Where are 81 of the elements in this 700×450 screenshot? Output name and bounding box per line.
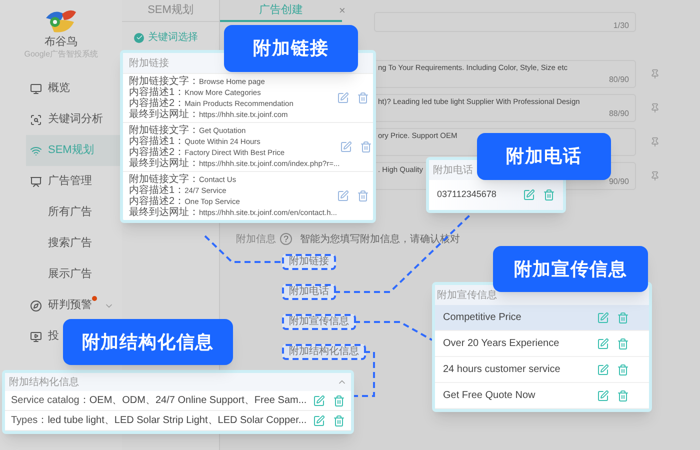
field-label: 附加链接文字：: [129, 174, 199, 185]
callout-tooltip: 附加结构化信息: [63, 319, 233, 365]
delete-icon[interactable]: [617, 390, 629, 402]
promotion-item[interactable]: Over 20 Years Experience: [435, 331, 649, 357]
edit-icon[interactable]: [337, 190, 349, 202]
field-label: 内容描述1：: [129, 87, 185, 98]
edit-icon[interactable]: [337, 92, 349, 104]
text-field[interactable]: 1/30: [374, 12, 636, 32]
edit-icon[interactable]: [597, 390, 609, 402]
field-label: 附加链接文字：: [129, 125, 199, 136]
sidebar-subitem[interactable]: 展示广告: [26, 259, 94, 290]
promotion-item[interactable]: Competitive Price: [435, 305, 649, 331]
sidebar-subitem[interactable]: 搜索广告: [26, 228, 94, 259]
dashed-button[interactable]: 附加电话: [282, 284, 336, 300]
delete-icon[interactable]: [357, 92, 369, 104]
info-hint: 智能为您填写附加信息，请确认核对: [300, 232, 460, 246]
delete-icon[interactable]: [543, 189, 555, 201]
delete-icon[interactable]: [617, 338, 629, 350]
pin-icon[interactable]: [650, 103, 660, 113]
callout-tooltip: 附加电话: [477, 133, 611, 180]
field-label: 内容描述1：: [129, 185, 185, 196]
delete-icon[interactable]: [360, 141, 372, 153]
edit-icon[interactable]: [597, 312, 609, 324]
sidebar-item[interactable]: 投: [26, 321, 61, 352]
field-label: 内容描述2：: [129, 147, 185, 158]
field-label: 内容描述1：: [129, 136, 185, 147]
scan-icon: [30, 114, 42, 126]
sidebar-item[interactable]: 广告管理: [26, 166, 94, 197]
callout-tooltip: 附加链接: [224, 25, 358, 72]
card-title: 附加链接: [129, 56, 169, 70]
edit-icon[interactable]: [340, 141, 352, 153]
edit-icon[interactable]: [523, 189, 535, 201]
dashed-button[interactable]: 附加结构化信息: [282, 344, 366, 360]
pin-icon[interactable]: [650, 171, 660, 181]
char-counter: 1/30: [613, 21, 629, 31]
presentation-icon: [30, 176, 42, 188]
delete-icon[interactable]: [333, 394, 345, 406]
field-label: 附加链接文字：: [129, 76, 199, 87]
compass-icon: [30, 300, 42, 312]
sidebar-subitem[interactable]: 所有广告: [26, 197, 94, 228]
logo-icon: [44, 8, 78, 34]
char-counter: 88/90: [608, 109, 629, 119]
sidebar-item[interactable]: 研判预警: [26, 290, 116, 321]
sidebar-item[interactable]: 关键词分析: [26, 104, 105, 135]
field-label: 内容描述2：: [129, 196, 185, 207]
sidebar-item[interactable]: 概览: [26, 73, 72, 104]
field-label: Service catalog：: [11, 394, 90, 408]
promotion-item[interactable]: Get Free Quote Now: [435, 383, 649, 409]
edit-icon[interactable]: [313, 394, 325, 406]
delete-icon[interactable]: [617, 312, 629, 324]
field-label: 内容描述2：: [129, 98, 185, 109]
pin-icon[interactable]: [650, 69, 660, 79]
brand-name: 布谷鸟: [44, 36, 78, 49]
edit-icon[interactable]: [313, 414, 325, 426]
field-label: Types：: [11, 414, 48, 428]
pin-icon[interactable]: [650, 137, 660, 147]
help-icon[interactable]: ?: [280, 233, 292, 245]
delete-icon[interactable]: [333, 414, 345, 426]
field-value: led tube light、LED Solar Strip Light、LED Solar Copper...: [48, 414, 307, 428]
dashed-button[interactable]: 附加宣传信息: [282, 314, 356, 330]
card-title: 附加电话: [433, 164, 473, 178]
field-label: 最终到达网址：: [129, 158, 199, 169]
phone-number: 037112345678: [437, 188, 496, 202]
edit-icon[interactable]: [597, 364, 609, 376]
dashed-button[interactable]: 附加链接: [282, 254, 336, 270]
callout-tooltip: 附加宣传信息: [493, 246, 648, 292]
delete-icon[interactable]: [357, 190, 369, 202]
promotion-item[interactable]: 24 hours customer service: [435, 357, 649, 383]
field-label: 最终到达网址：: [129, 109, 199, 120]
field-label: 最终到达网址：: [129, 207, 199, 218]
monitor-play-icon: [30, 330, 42, 342]
info-label: 附加信息: [236, 232, 276, 246]
card-title: 附加结构化信息: [9, 376, 79, 390]
char-counter: 90/90: [608, 177, 629, 187]
delete-icon[interactable]: [617, 364, 629, 376]
edit-icon[interactable]: [597, 338, 609, 350]
panel-title: SEM规划: [148, 3, 194, 18]
monitor-icon: [30, 82, 42, 94]
char-counter: 80/90: [608, 75, 629, 85]
wifi-icon: [30, 144, 42, 156]
field-value: OEM、ODM、24/7 Online Support、Free Sam...: [89, 394, 307, 408]
